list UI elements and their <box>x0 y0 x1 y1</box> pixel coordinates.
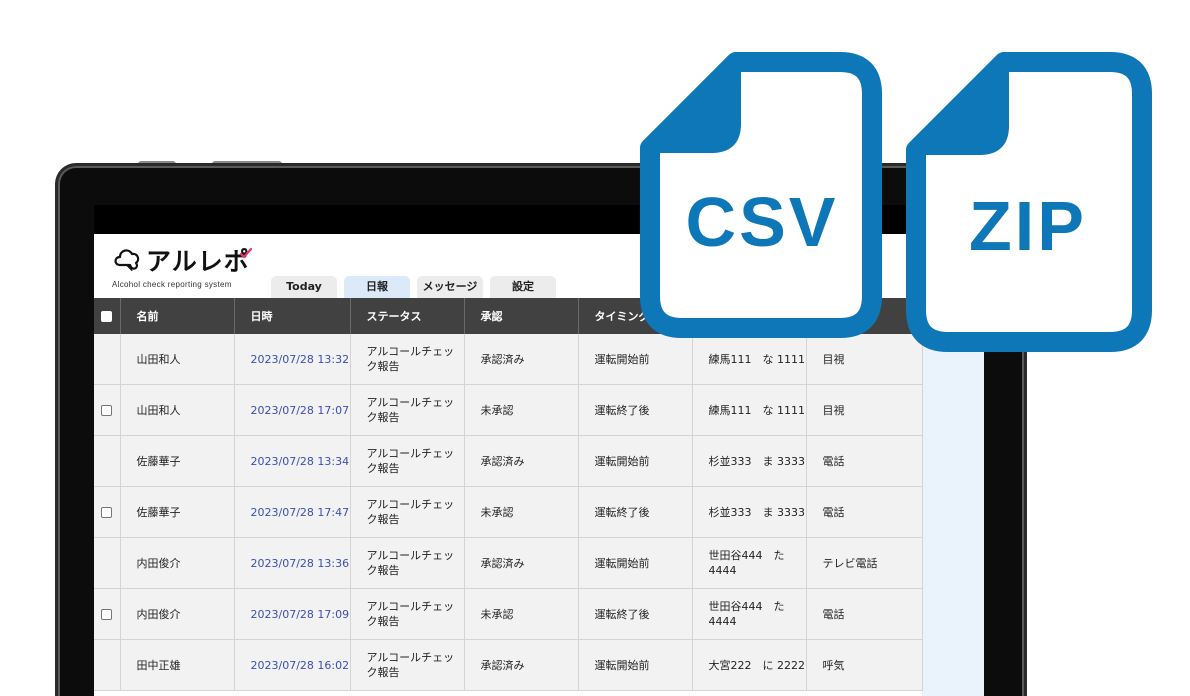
cell-name: 内田俊介 <box>120 588 235 640</box>
cell-method: 電話 <box>806 588 923 640</box>
cell-status: アルコールチェック報告 <box>350 588 465 640</box>
cell-approval: 承認済み <box>464 639 579 691</box>
row-checkbox-cell[interactable] <box>94 486 121 538</box>
tab-daily-report[interactable]: 日報 <box>344 276 410 298</box>
checkmark-icon <box>239 244 252 263</box>
table-row[interactable]: 田中正雄 2023/07/28 16:02 アルコールチェック報告 承認済み 運転開始前… <box>94 639 923 691</box>
cell-status: アルコールチェック報告 <box>350 435 465 487</box>
cell-timing: 運転開始前 <box>578 537 693 589</box>
tab-settings[interactable]: 設定 <box>490 276 556 298</box>
row-checkbox-cell[interactable] <box>94 435 121 487</box>
csv-label: CSV <box>686 183 839 261</box>
cell-vehicle: 世田谷444 た 4444 <box>692 537 807 589</box>
csv-file-icon[interactable]: CSV <box>640 52 882 342</box>
logo-subtitle: Alcohol check reporting system <box>112 280 232 289</box>
cell-approval: 承認済み <box>464 334 579 385</box>
zip-label: ZIP <box>969 187 1087 265</box>
column-header-approval[interactable]: 承認 <box>464 298 579 334</box>
zip-file-icon[interactable]: ZIP <box>906 52 1152 356</box>
cell-timing: 運転終了後 <box>578 384 693 436</box>
cell-datetime-link[interactable]: 2023/07/28 13:32 <box>234 334 351 385</box>
row-checkbox-cell[interactable] <box>94 334 121 385</box>
cell-approval: 承認済み <box>464 435 579 487</box>
logo-text: アルレポ <box>146 247 250 276</box>
cell-vehicle: 大宮222 に 2222 <box>692 639 807 691</box>
row-checkbox[interactable] <box>101 507 113 518</box>
cell-approval: 未承認 <box>464 384 579 436</box>
tab-messages[interactable]: メッセージ <box>417 276 483 298</box>
cell-timing: 運転終了後 <box>578 486 693 538</box>
table-row[interactable]: 内田俊介 2023/07/28 13:36 アルコールチェック報告 承認済み 運転開始前… <box>94 537 923 589</box>
cell-timing: 運転開始前 <box>578 639 693 691</box>
cell-approval: 承認済み <box>464 537 579 589</box>
column-header-name[interactable]: 名前 <box>120 298 235 334</box>
row-checkbox-cell[interactable] <box>94 537 121 589</box>
tab-today[interactable]: Today <box>271 276 337 298</box>
cell-datetime-link[interactable]: 2023/07/28 16:02 <box>234 639 351 691</box>
row-checkbox-cell[interactable] <box>94 639 121 691</box>
cell-status: アルコールチェック報告 <box>350 334 465 385</box>
row-checkbox[interactable] <box>101 405 113 416</box>
table-row[interactable]: 佐藤華子 2023/07/28 13:34 アルコールチェック報告 承認済み 運転開始前… <box>94 435 923 487</box>
cell-name: 佐藤華子 <box>120 486 235 538</box>
cell-method: 呼気 <box>806 639 923 691</box>
cell-name: 山田和人 <box>120 384 235 436</box>
row-checkbox[interactable] <box>101 609 113 620</box>
cell-vehicle: 世田谷444 た 4444 <box>692 588 807 640</box>
cell-datetime-link[interactable]: 2023/07/28 13:34 <box>234 435 351 487</box>
cell-vehicle: 練馬111 な 1111 <box>692 384 807 436</box>
column-header-datetime[interactable]: 日時 <box>234 298 351 334</box>
cell-status: アルコールチェック報告 <box>350 486 465 538</box>
cell-method: 電話 <box>806 486 923 538</box>
nav-tabs: Today 日報 メッセージ 設定 <box>271 276 556 298</box>
row-checkbox-cell[interactable] <box>94 588 121 640</box>
cell-method: 電話 <box>806 435 923 487</box>
table-row[interactable]: 内田俊介 2023/07/28 17:09 アルコールチェック報告 未承認 運転終了後世… <box>94 588 923 640</box>
cell-status: アルコールチェック報告 <box>350 537 465 589</box>
cell-name: 山田和人 <box>120 334 235 385</box>
cell-timing: 運転開始前 <box>578 435 693 487</box>
cell-name: 佐藤華子 <box>120 435 235 487</box>
cell-datetime-link[interactable]: 2023/07/28 17:09 <box>234 588 351 640</box>
column-header-status[interactable]: ステータス <box>350 298 465 334</box>
cloud-logo-icon <box>112 245 142 275</box>
cell-name: 内田俊介 <box>120 537 235 589</box>
cell-vehicle: 杉並333 ま 3333 <box>692 435 807 487</box>
app-logo[interactable]: アルレポ Alcohol check reporting system <box>112 242 252 289</box>
cell-datetime-link[interactable]: 2023/07/28 13:36 <box>234 537 351 589</box>
cell-datetime-link[interactable]: 2023/07/28 17:47 <box>234 486 351 538</box>
cell-status: アルコールチェック報告 <box>350 639 465 691</box>
table-row[interactable]: 山田和人 2023/07/28 17:07 アルコールチェック報告 未承認 運転終了後練… <box>94 384 923 436</box>
select-all-checkbox[interactable] <box>101 311 113 322</box>
row-checkbox-cell[interactable] <box>94 384 121 436</box>
select-all-cell[interactable] <box>94 298 121 334</box>
table-row[interactable]: 佐藤華子 2023/07/28 17:47 アルコールチェック報告 未承認 運転終了後杉… <box>94 486 923 538</box>
cell-timing: 運転終了後 <box>578 588 693 640</box>
report-table: 名前 日時 ステータス 承認 タイミング 山田和人 2023/07/28 13:3… <box>94 298 923 691</box>
cell-approval: 未承認 <box>464 588 579 640</box>
cell-method: テレビ電話 <box>806 537 923 589</box>
cell-status: アルコールチェック報告 <box>350 384 465 436</box>
cell-datetime-link[interactable]: 2023/07/28 17:07 <box>234 384 351 436</box>
cell-vehicle: 杉並333 ま 3333 <box>692 486 807 538</box>
cell-approval: 未承認 <box>464 486 579 538</box>
stage: アルレポ Alcohol check reporting system Toda… <box>0 0 1190 696</box>
cell-method: 目視 <box>806 384 923 436</box>
right-panel <box>922 296 984 696</box>
cell-name: 田中正雄 <box>120 639 235 691</box>
